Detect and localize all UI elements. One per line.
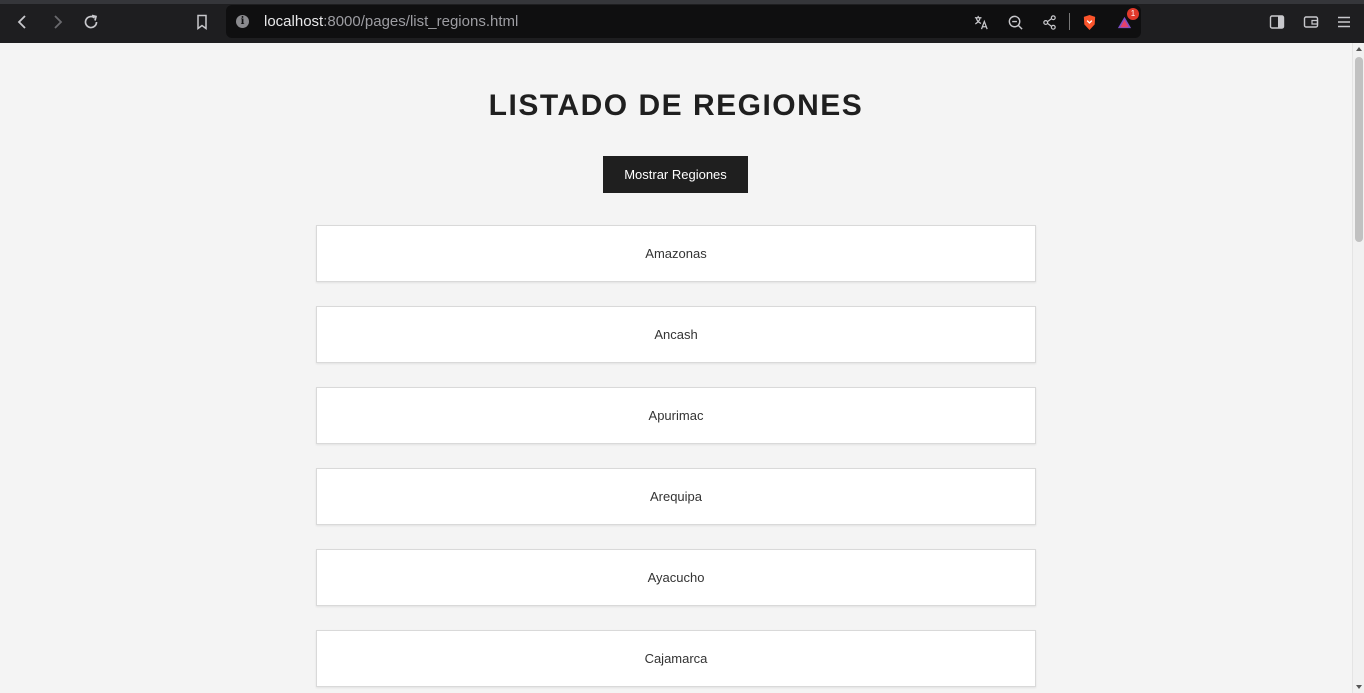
translate-button[interactable] bbox=[969, 10, 993, 34]
rewards-button[interactable]: 1 bbox=[1112, 8, 1139, 34]
scroll-up-icon[interactable] bbox=[1356, 47, 1362, 51]
wallet-icon bbox=[1303, 16, 1319, 28]
region-item[interactable]: Apurimac bbox=[316, 387, 1036, 444]
zoom-out-icon bbox=[1008, 15, 1023, 30]
share-icon bbox=[1042, 14, 1056, 30]
region-item[interactable]: Ancash bbox=[316, 306, 1036, 363]
translate-icon bbox=[974, 15, 988, 29]
back-arrow-icon bbox=[17, 15, 26, 29]
page-title: LISTADO DE REGIONES bbox=[488, 89, 864, 122]
region-item[interactable]: Ayacucho bbox=[316, 549, 1036, 606]
bookmark-button[interactable] bbox=[188, 8, 216, 36]
region-item[interactable]: Arequipa bbox=[316, 468, 1036, 525]
region-item[interactable]: Cajamarca bbox=[316, 630, 1036, 687]
back-button[interactable] bbox=[9, 8, 37, 36]
sidebar-button[interactable] bbox=[1263, 8, 1291, 36]
url-host: localhost bbox=[264, 13, 324, 30]
scroll-thumb[interactable] bbox=[1355, 57, 1363, 242]
info-icon[interactable]: i bbox=[236, 15, 249, 28]
reload-button[interactable] bbox=[77, 8, 105, 36]
notification-badge: 1 bbox=[1127, 8, 1139, 20]
share-button[interactable] bbox=[1037, 10, 1061, 34]
zoom-out-button[interactable] bbox=[1003, 10, 1027, 34]
browser-toolbar: i localhost:8000/pages/list_regions.html… bbox=[0, 0, 1364, 43]
brave-shields-button[interactable] bbox=[1077, 10, 1101, 34]
vertical-scrollbar[interactable] bbox=[1352, 43, 1364, 693]
menu-button[interactable] bbox=[1330, 8, 1358, 36]
region-item[interactable]: Amazonas bbox=[316, 225, 1036, 282]
bookmark-icon bbox=[197, 14, 207, 30]
address-bar[interactable]: i localhost:8000/pages/list_regions.html… bbox=[226, 5, 1141, 38]
show-regions-button[interactable]: Mostrar Regiones bbox=[603, 156, 748, 193]
brave-shield-icon bbox=[1083, 14, 1095, 30]
reload-icon bbox=[84, 14, 98, 29]
sidebar-icon bbox=[1269, 15, 1285, 29]
url-text[interactable]: localhost:8000/pages/list_regions.html bbox=[264, 13, 518, 30]
wallet-button[interactable] bbox=[1297, 8, 1325, 36]
scroll-down-icon[interactable] bbox=[1356, 685, 1362, 689]
page-content: LISTADO DE REGIONES Mostrar Regiones Ama… bbox=[0, 43, 1352, 693]
url-path: :8000/pages/list_regions.html bbox=[323, 13, 519, 30]
forward-arrow-icon bbox=[54, 15, 63, 29]
forward-button[interactable] bbox=[43, 8, 71, 36]
region-list: Amazonas Ancash Apurimac Arequipa Ayacuc… bbox=[316, 225, 1036, 693]
menu-icon bbox=[1338, 16, 1350, 28]
address-separator bbox=[1069, 13, 1070, 30]
